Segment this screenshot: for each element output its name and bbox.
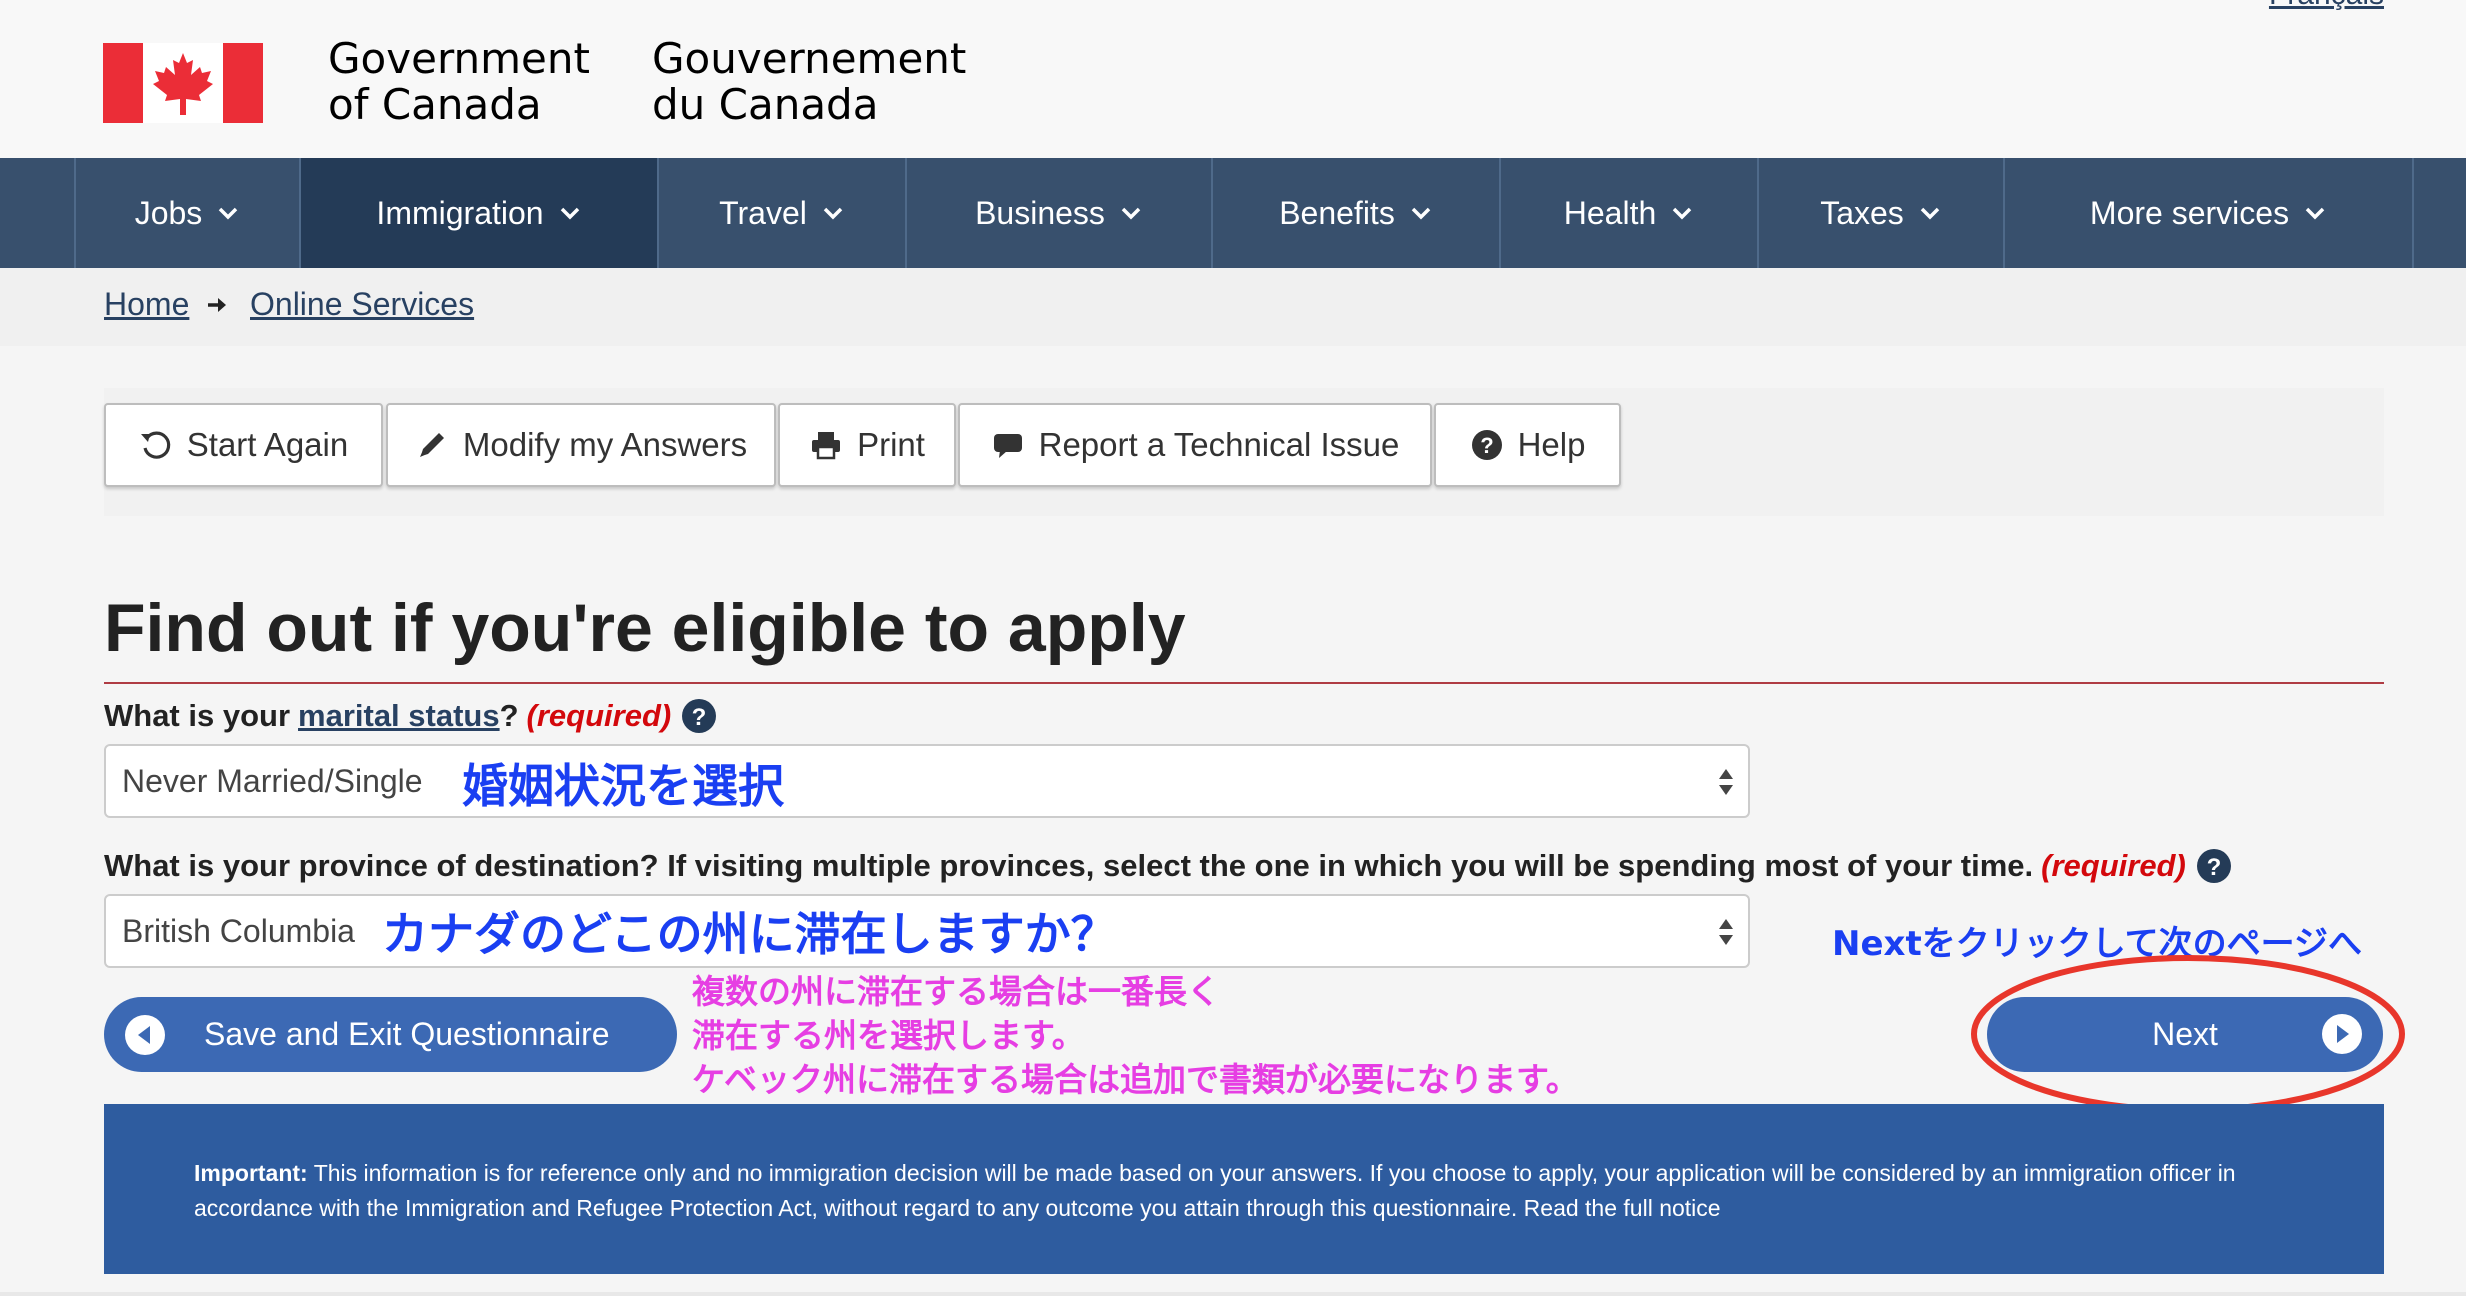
province-value: British Columbia xyxy=(122,912,355,949)
speech-bubble-icon xyxy=(993,434,1022,458)
nav-item-label: Immigration xyxy=(376,194,544,231)
marital-status-term-link[interactable]: marital status xyxy=(298,698,500,734)
nav-item-more-services[interactable]: More services xyxy=(2003,158,2412,268)
main-navigation: Jobs Immigration Travel Business Benefit… xyxy=(0,158,2466,268)
printer-icon xyxy=(812,432,841,460)
province-question: What is your province of destination? If… xyxy=(104,848,2232,884)
marital-status-value: Never Married/Single xyxy=(122,762,423,799)
modify-answers-label: Modify my Answers xyxy=(462,426,748,463)
province-note-annotation: 複数の州に滞在する場合は一番長く 滞在する州を選択します。 ケベック州に滞在する… xyxy=(692,970,1579,1102)
page-title: Find out if you're eligible to apply xyxy=(104,590,1186,666)
breadcrumb-online-services-link[interactable]: Online Services xyxy=(250,286,474,323)
nav-item-label: Jobs xyxy=(134,194,203,231)
chevron-down-icon xyxy=(560,207,579,220)
arrow-right-icon xyxy=(208,298,226,312)
notice-bold: Important: xyxy=(194,1160,308,1186)
svg-text:?: ? xyxy=(692,704,707,731)
question-circle-icon[interactable]: ? xyxy=(2196,848,2232,884)
chevron-down-icon xyxy=(1673,207,1692,220)
nav-item-label: More services xyxy=(2089,194,2290,231)
province-note-line-2: 滞在する州を選択します。 xyxy=(692,1016,1085,1055)
nav-item-label: Taxes xyxy=(1820,194,1904,231)
chevron-down-icon xyxy=(1920,207,1940,220)
marital-question-prefix: What is your xyxy=(104,698,291,733)
start-again-label: Start Again xyxy=(186,426,349,463)
nav-item-label: Travel xyxy=(719,194,807,231)
notice-body: This information is for reference only a… xyxy=(194,1160,2236,1221)
important-notice: Important: This information is for refer… xyxy=(104,1104,2384,1274)
notice-text: Important: This information is for refer… xyxy=(194,1156,2334,1226)
nav-item-health[interactable]: Health xyxy=(1499,158,1757,268)
nav-item-label: Business xyxy=(975,194,1105,231)
svg-text:?: ? xyxy=(2206,854,2221,881)
province-question-text: What is your province of destination? If… xyxy=(104,848,2034,883)
language-toggle-link[interactable]: Français xyxy=(2269,0,2384,12)
chevron-down-icon xyxy=(1411,207,1431,220)
marital-question-suffix: ? xyxy=(499,698,519,733)
marital-status-select[interactable]: Never Married/Single xyxy=(104,744,1750,818)
save-and-exit-label: Save and Exit Questionnaire xyxy=(204,1016,610,1052)
select-arrows-icon xyxy=(1719,769,1733,795)
nav-item-taxes[interactable]: Taxes xyxy=(1757,158,2003,268)
nav-item-business[interactable]: Business xyxy=(905,158,1211,268)
chevron-down-icon xyxy=(219,207,238,220)
breadcrumb-home-link[interactable]: Home xyxy=(104,286,189,323)
pencil-icon xyxy=(419,433,444,457)
refresh-icon xyxy=(140,431,170,459)
nav-item-travel[interactable]: Travel xyxy=(657,158,905,268)
print-label: Print xyxy=(857,426,925,463)
province-note-line-1: 複数の州に滞在する場合は一番長く xyxy=(692,972,1220,1011)
report-issue-label: Report a Technical Issue xyxy=(1038,426,1400,463)
highlight-circle xyxy=(1971,955,2405,1113)
chevron-down-icon xyxy=(2305,207,2325,220)
read-full-notice-link[interactable]: Read the full notice xyxy=(1524,1195,1721,1221)
modify-answers-button[interactable]: Modify my Answers xyxy=(386,403,776,487)
nav-item-benefits[interactable]: Benefits xyxy=(1211,158,1499,268)
signature-en-line-1: Government xyxy=(328,34,590,83)
marital-annotation: 婚姻状況を選択 xyxy=(462,759,784,813)
print-button[interactable]: Print xyxy=(778,403,956,487)
nav-item-jobs[interactable]: Jobs xyxy=(74,158,299,268)
government-signature-fr: Gouvernement du Canada xyxy=(652,36,966,128)
province-note-line-3: ケベック州に滞在する場合は追加で書類が必要になります。 xyxy=(692,1060,1579,1099)
save-and-exit-button[interactable]: Save and Exit Questionnaire xyxy=(104,997,677,1072)
title-divider xyxy=(104,682,2384,684)
circle-arrow-left-icon xyxy=(125,1014,165,1055)
signature-fr-line-1: Gouvernement xyxy=(652,34,967,83)
province-annotation: カナダのどこの州に滞在しますか？ xyxy=(382,907,1117,961)
signature-en-line-2: of Canada xyxy=(328,80,542,129)
nav-item-label: Benefits xyxy=(1279,194,1395,231)
svg-text:?: ? xyxy=(1480,433,1493,458)
select-arrows-icon xyxy=(1719,919,1733,945)
required-marker: (required) xyxy=(2041,848,2186,883)
nav-item-label: Health xyxy=(1563,194,1657,231)
canada-flag-logo xyxy=(103,43,263,123)
report-issue-button[interactable]: Report a Technical Issue xyxy=(958,403,1432,487)
question-circle-icon: ? xyxy=(1471,430,1502,460)
start-again-button[interactable]: Start Again xyxy=(104,403,383,487)
help-button[interactable]: ? Help xyxy=(1434,403,1621,487)
question-circle-icon[interactable]: ? xyxy=(681,698,717,734)
nav-item-immigration[interactable]: Immigration xyxy=(299,158,657,268)
chevron-down-icon xyxy=(823,207,843,220)
footer-divider xyxy=(0,1292,2466,1296)
marital-status-question: What is your marital status ? (required)… xyxy=(104,698,717,734)
required-marker: (required) xyxy=(526,698,672,733)
nav-divider xyxy=(2412,158,2414,268)
chevron-down-icon xyxy=(1121,207,1141,220)
government-signature-en: Government of Canada xyxy=(328,36,590,128)
signature-fr-line-2: du Canada xyxy=(652,80,879,129)
help-label: Help xyxy=(1517,426,1586,463)
